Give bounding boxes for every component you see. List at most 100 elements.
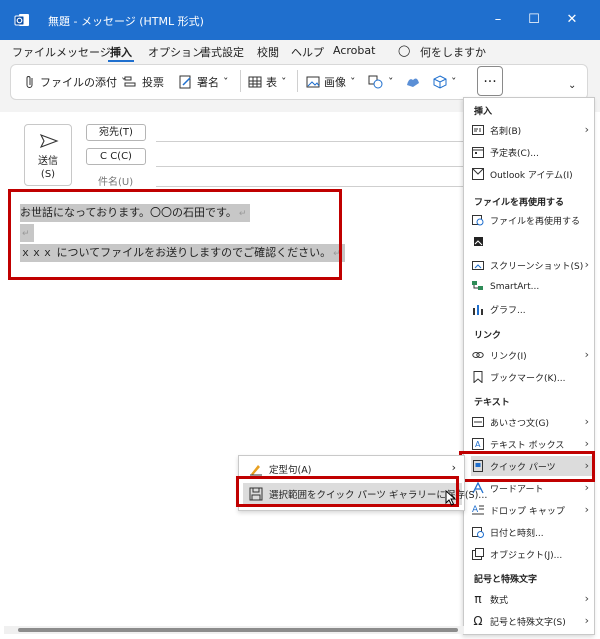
3d-model-button[interactable]: ˇ (433, 73, 457, 91)
menu-item-symbol[interactable]: Ω 記号と特殊文字(S) › (471, 611, 593, 631)
menu-item-screenshot[interactable]: スクリーンショット(S) › (471, 255, 593, 275)
window-title: 無題 - メッセージ (HTML 形式) (48, 15, 204, 28)
close-icon[interactable]: ✕ (562, 10, 582, 30)
menu-item-label: Outlook アイテム(I) (490, 170, 573, 181)
to-field[interactable] (156, 141, 466, 142)
attach-file-label: ファイルの添付 (40, 76, 117, 89)
ribbon-tabs: ファイル メッセージ 挿入 オプション 書式設定 校閲 ヘルプ Acrobat … (0, 40, 600, 62)
menu-item-label: ファイルを再使用する (490, 216, 581, 227)
menu-item-chart[interactable]: グラフ... (471, 299, 593, 319)
tab-format[interactable]: 書式設定 (200, 44, 244, 60)
menu-item-smartart[interactable]: SmartArt... (471, 277, 593, 297)
chevron-right-icon: › (584, 258, 589, 271)
ribbon-separator (297, 70, 298, 92)
tab-review[interactable]: 校閲 (257, 44, 279, 60)
scrollbar-thumb[interactable] (18, 628, 458, 632)
calendar-icon (471, 145, 485, 159)
tab-acrobat[interactable]: Acrobat (333, 44, 375, 57)
chevron-down-icon: ˇ (281, 75, 287, 89)
bookmark-icon (471, 370, 485, 384)
menu-item-greeting[interactable]: あいさつ文(G) › (471, 412, 593, 432)
chevron-down-icon: ˇ (451, 75, 457, 89)
tab-message[interactable]: メッセージ (56, 44, 111, 60)
minimize-icon[interactable]: – (488, 10, 508, 30)
textbox-icon: A (471, 437, 485, 451)
shapes-button[interactable]: ˇ (368, 73, 394, 91)
menu-item-label: ドロップ キャップ (490, 506, 565, 517)
attach-file-button[interactable]: ファイルの添付 ˇ (24, 73, 127, 91)
subject-label: 件名(U) (98, 177, 134, 188)
signature-button[interactable]: 署名 ˇ (179, 73, 229, 91)
send-icon (39, 133, 59, 149)
more-commands-button[interactable]: ... (477, 66, 503, 96)
maximize-icon[interactable]: ☐ (524, 10, 544, 30)
tab-file[interactable]: ファイル (12, 44, 56, 60)
horizontal-scrollbar[interactable] (4, 626, 464, 634)
chevron-down-icon: ˇ (388, 75, 394, 89)
tab-insert[interactable]: 挿入 (110, 44, 132, 60)
ribbon-separator (240, 70, 241, 92)
to-button[interactable]: 宛先(T) (86, 124, 146, 141)
menu-item-label: リンク(I) (490, 351, 527, 362)
highlight-box-body (8, 189, 342, 280)
menu-item-reuse-file[interactable]: ファイルを再使用する (471, 210, 593, 230)
cc-button[interactable]: C C(C) (86, 148, 146, 165)
menu-item-label: スクリーンショット(S) (490, 261, 584, 272)
cc-field[interactable] (156, 166, 466, 167)
chevron-right-icon: › (584, 503, 589, 516)
tab-help[interactable]: ヘルプ (291, 44, 324, 60)
mouse-pointer-icon (445, 490, 457, 506)
autotext-icon (250, 465, 262, 476)
chevron-right-icon: › (584, 592, 589, 605)
menu-item-business-card[interactable]: 名刺(B) › (471, 120, 593, 140)
insert-dropdown-panel: 挿入 名刺(B) › 予定表(C)... Outlook アイテム(I) ファイ… (463, 97, 595, 635)
chevron-right-icon: › (584, 481, 589, 494)
menu-item-label: ブックマーク(K)... (490, 373, 566, 384)
menu-item-calendar[interactable]: 予定表(C)... (471, 142, 593, 162)
signature-icon (179, 75, 191, 89)
business-card-icon (471, 123, 485, 137)
tab-options[interactable]: オプション (148, 44, 203, 60)
omega-icon: Ω (473, 614, 483, 628)
icons-button[interactable] (405, 73, 421, 91)
table-button[interactable]: 表 ˇ (248, 73, 287, 91)
image-button[interactable]: 画像 ˇ (306, 73, 356, 91)
menu-item-label: グラフ... (490, 305, 526, 316)
ribbon-expand-chevron-icon[interactable]: ⌄ (568, 80, 576, 91)
menu-item-datetime[interactable]: 日付と時刻... (471, 522, 593, 542)
outlook-icon (14, 14, 29, 26)
bar-chart-icon (471, 302, 485, 316)
send-button[interactable]: 送信 (S) (24, 124, 72, 186)
menu-item-label: 定型句(A) (269, 465, 312, 476)
svg-text:A: A (475, 440, 481, 449)
menu-item-label: 予定表(C)... (490, 148, 539, 159)
poll-button[interactable]: 投票 (124, 73, 164, 91)
chevron-right-icon: › (584, 437, 589, 450)
shapes-icon (368, 75, 383, 89)
menu-item-label: オブジェクト(J)... (490, 550, 563, 561)
menu-item-outlook-item[interactable]: Outlook アイテム(I) (471, 164, 593, 184)
menu-item-label: 記号と特殊文字(S) (490, 617, 566, 628)
poll-icon (124, 76, 136, 87)
menu-item-object[interactable]: オブジェクト(J)... (471, 544, 593, 564)
section-header-reuse: ファイルを再使用する (474, 198, 565, 208)
menu-item-label: 名刺(B) (490, 126, 522, 137)
subject-field[interactable] (156, 186, 466, 187)
greeting-icon (471, 415, 485, 429)
menu-item-label: 数式 (490, 595, 509, 606)
menu-item-equation[interactable]: π 数式 › (471, 589, 593, 609)
section-header-symbols: 記号と特殊文字 (474, 575, 538, 585)
menu-item-link[interactable]: リンク(I) › (471, 345, 593, 365)
title-bar: 無題 - メッセージ (HTML 形式) – ☐ ✕ (0, 0, 600, 40)
outlook-item-icon (471, 167, 485, 181)
illustration-section-icon (474, 237, 483, 249)
search-hint[interactable]: 何をしますか (420, 44, 486, 60)
chevron-down-icon: ˇ (350, 75, 356, 89)
section-header-text: テキスト (474, 398, 510, 408)
menu-item-bookmark[interactable]: ブックマーク(K)... (471, 367, 593, 387)
paperclip-icon (26, 76, 33, 88)
lightbulb-icon[interactable]: ◯ (398, 44, 410, 57)
menu-item-label: テキスト ボックス (490, 440, 565, 451)
image-icon (306, 76, 320, 88)
menu-item-dropcap[interactable]: A ドロップ キャップ › (471, 500, 593, 520)
